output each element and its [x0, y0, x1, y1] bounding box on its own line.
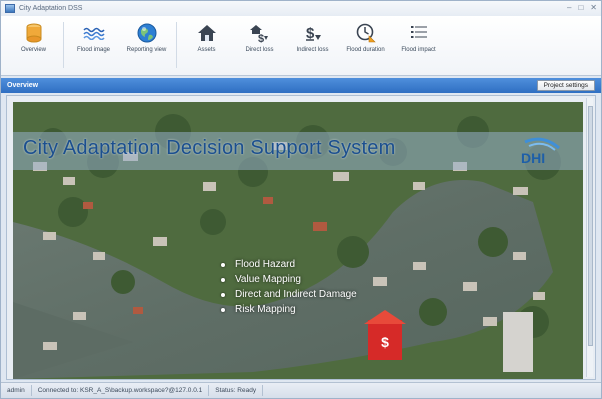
bullet-dot	[221, 277, 225, 282]
ribbon-button-label: Assets	[197, 47, 216, 53]
ribbon-button-assets[interactable]: Assets	[180, 16, 233, 72]
vertical-scrollbar[interactable]	[586, 98, 593, 377]
status-bar: admin Connected to: KSR_A_S\backup.works…	[1, 382, 601, 398]
bullet-dot	[221, 262, 225, 267]
flood-image-icon	[82, 22, 105, 44]
indirect-loss-icon: $	[302, 22, 324, 44]
status-user: admin	[1, 385, 32, 396]
window-controls: – □ ✕	[567, 3, 597, 13]
feature-list: Flood Hazard Value Mapping Direct and In…	[221, 257, 357, 317]
section-title: Overview	[7, 82, 39, 89]
feature-item: Flood Hazard	[221, 257, 357, 272]
clock-icon	[355, 22, 377, 44]
banner-title: City Adaptation Decision Support System	[23, 137, 396, 159]
ribbon-button-flood-duration[interactable]: Flood duration	[339, 16, 392, 72]
close-button[interactable]: ✕	[590, 3, 597, 13]
minimize-button[interactable]: –	[567, 3, 571, 13]
app-icon	[5, 4, 15, 13]
svg-text:$: $	[381, 334, 389, 350]
app-window: City Adaptation DSS – □ ✕ Overview Flood…	[0, 0, 602, 399]
ribbon-button-flood-image[interactable]: Flood image	[67, 16, 120, 72]
ribbon-button-label: Flood image	[76, 47, 111, 53]
feature-item: Risk Mapping	[221, 302, 357, 317]
ribbon-button-overview[interactable]: Overview	[7, 16, 60, 72]
feature-item: Value Mapping	[221, 272, 357, 287]
svg-text:DHI: DHI	[521, 150, 545, 166]
scrollbar-thumb[interactable]	[588, 106, 593, 346]
ribbon-separator	[176, 22, 177, 68]
title-bar: City Adaptation DSS – □ ✕	[1, 1, 601, 16]
window-title: City Adaptation DSS	[19, 5, 83, 12]
overview-panel: $ City Adaptation Decision Support Syste…	[6, 95, 596, 380]
bullet-dot	[221, 292, 225, 297]
ribbon-button-label: Reporting view	[126, 47, 167, 53]
ribbon-button-label: Indirect loss	[296, 47, 329, 53]
direct-loss-icon: $	[249, 22, 271, 44]
ribbon-button-label: Flood duration	[346, 47, 385, 53]
list-icon	[408, 22, 430, 44]
svg-text:$: $	[258, 33, 264, 43]
ribbon-button-direct-loss[interactable]: $ Direct loss	[233, 16, 286, 72]
ribbon-button-label: Direct loss	[245, 47, 274, 53]
project-settings-button[interactable]: Project settings	[536, 80, 595, 91]
flood-aerial-photo: $ City Adaptation Decision Support Syste…	[13, 102, 583, 379]
status-connection: Connected to: KSR_A_S\backup.workspace?@…	[32, 385, 210, 396]
section-header: Overview Project settings	[1, 78, 601, 93]
maximize-button[interactable]: □	[578, 3, 583, 13]
globe-icon	[136, 22, 158, 44]
bullet-dot	[221, 307, 225, 312]
ribbon-button-label: Overview	[20, 47, 46, 53]
ribbon-button-indirect-loss[interactable]: $ Indirect loss	[286, 16, 339, 72]
cylinder-icon	[23, 22, 45, 44]
dhi-logo: DHI	[515, 136, 565, 166]
ribbon-button-reporting-view[interactable]: Reporting view	[120, 16, 173, 72]
ribbon-button-flood-impact[interactable]: Flood impact	[392, 16, 445, 72]
ribbon-toolbar: Overview Flood image Reporting view Asse…	[1, 16, 601, 76]
ribbon-separator	[63, 22, 64, 68]
status-state: Status: Ready	[209, 385, 264, 396]
house-icon	[196, 22, 218, 44]
ribbon-button-label: Flood impact	[401, 47, 436, 53]
feature-item: Direct and Indirect Damage	[221, 287, 357, 302]
